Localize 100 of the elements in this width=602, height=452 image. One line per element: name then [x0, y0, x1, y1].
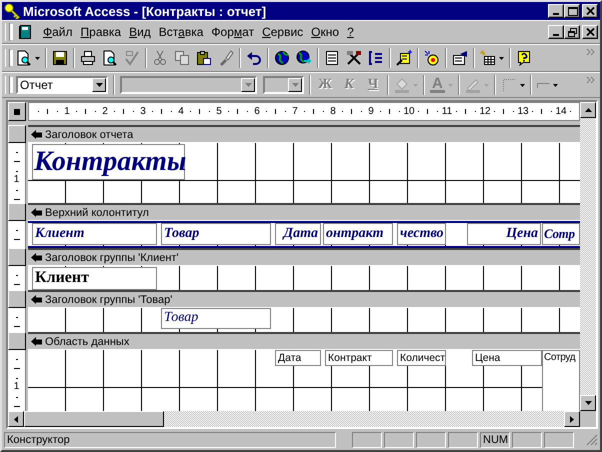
- pointer-icon: [31, 337, 42, 346]
- section-selector-button[interactable]: [8, 248, 26, 266]
- column-label[interactable]: Товар: [161, 223, 271, 245]
- copy-icon: [174, 50, 190, 66]
- horizontal-scrollbar[interactable]: [8, 411, 580, 427]
- menu-item[interactable]: Правка: [76, 25, 126, 39]
- restore-button[interactable]: [564, 25, 580, 39]
- section-selector-button[interactable]: [8, 290, 26, 308]
- undo-icon: [246, 50, 262, 66]
- check-mark-icon: [124, 50, 140, 66]
- caret-icon: [552, 84, 558, 86]
- report-title[interactable]: Контракты: [32, 144, 185, 180]
- text-field[interactable]: Количест: [397, 350, 446, 366]
- menu-item[interactable]: Сервис: [258, 25, 308, 39]
- page-magnifier-icon: [102, 50, 118, 66]
- menu-item[interactable]: Вставка: [154, 25, 208, 39]
- window-title: Microsoft Access - [Контракты : отчет]: [23, 4, 268, 18]
- up-arrow-icon: [584, 108, 592, 112]
- menu-item[interactable]: Вид: [125, 25, 155, 39]
- section-bar[interactable]: Верхний колонтитул: [28, 203, 580, 221]
- text-field[interactable]: Сотруд: [542, 350, 580, 411]
- status-panel: [416, 432, 446, 448]
- section-bar[interactable]: Область данных: [28, 332, 580, 350]
- toolbar-grip[interactable]: [5, 76, 10, 94]
- column-label[interactable]: чество: [397, 223, 446, 245]
- section-selector-button[interactable]: [8, 332, 26, 350]
- column-label[interactable]: Цена: [467, 223, 541, 245]
- menu-item[interactable]: Файл: [39, 25, 77, 39]
- column-label[interactable]: Дата: [275, 223, 321, 245]
- scroll-left-button[interactable]: [8, 411, 24, 427]
- right-arrow-icon: [570, 416, 574, 422]
- globe-icon: [274, 50, 290, 66]
- menu-item[interactable]: ?: [343, 25, 358, 39]
- maximize-button[interactable]: [564, 4, 580, 18]
- text-field[interactable]: Контракт: [325, 350, 393, 366]
- group-field[interactable]: Клиент: [32, 267, 157, 290]
- minimize-button[interactable]: [548, 4, 564, 18]
- toolbar-grip[interactable]: [5, 49, 10, 67]
- section-title: Заголовок группы 'Клиент': [45, 252, 179, 264]
- scroll-right-button[interactable]: [564, 411, 580, 427]
- section-selector-button[interactable]: [8, 125, 26, 143]
- pen-icon: [464, 77, 481, 93]
- status-text: Конструктор: [4, 432, 336, 448]
- minimize-button[interactable]: [548, 25, 564, 39]
- book-icon[interactable]: [17, 24, 33, 40]
- sparkle-page-icon: [396, 50, 412, 66]
- pointer-icon: [31, 295, 42, 304]
- resize-grip-icon: [586, 434, 598, 446]
- status-panel: [352, 432, 382, 448]
- line-icon: [536, 82, 550, 88]
- column-label[interactable]: Клиент: [32, 223, 157, 245]
- status-panel: [384, 432, 414, 448]
- menu-item[interactable]: Окно: [307, 25, 344, 39]
- close-button[interactable]: [582, 4, 598, 18]
- close-icon: [584, 6, 596, 16]
- toolbar-grip[interactable]: [5, 23, 10, 41]
- key-icon: [4, 3, 20, 19]
- caret-icon: [96, 83, 102, 87]
- scroll-down-button[interactable]: [580, 395, 596, 411]
- status-panel: [448, 432, 478, 448]
- text-field[interactable]: Дата: [275, 350, 321, 366]
- text-field[interactable]: Цена: [472, 350, 542, 366]
- section-title: Заголовок группы 'Товар': [45, 294, 172, 306]
- close-button[interactable]: [582, 25, 598, 39]
- caret-icon: [35, 56, 40, 60]
- menu-item[interactable]: Формат: [207, 25, 258, 39]
- status-panel: [512, 432, 542, 448]
- section-title: Область данных: [45, 336, 130, 348]
- table-sparkle-icon: [480, 50, 496, 66]
- hammer-icon: [346, 50, 362, 66]
- help-icon: [516, 50, 532, 66]
- status-indicator: NUM: [480, 432, 510, 448]
- section-bar[interactable]: Заголовок группы 'Клиент': [28, 248, 580, 266]
- section-bar[interactable]: Заголовок отчета: [28, 125, 580, 143]
- border-icon: [500, 77, 517, 93]
- minimize-icon: [553, 13, 559, 15]
- list-window-icon: [324, 50, 340, 66]
- section-selector-button[interactable]: [8, 203, 26, 221]
- brush-icon: [218, 50, 234, 66]
- brace-list-icon: [368, 50, 384, 66]
- clipboard-icon: [196, 50, 212, 66]
- minimize-icon: [553, 34, 559, 36]
- section-bar[interactable]: Заголовок группы 'Товар': [28, 290, 580, 308]
- status-panel: [544, 432, 574, 448]
- left-arrow-icon: [14, 416, 18, 422]
- group-field[interactable]: Товар: [161, 308, 271, 329]
- caret-icon: [499, 56, 504, 60]
- scroll-up-button[interactable]: [580, 102, 596, 118]
- pointer-icon: [31, 130, 42, 139]
- printer-icon: [80, 50, 96, 66]
- report-selector-button[interactable]: [8, 102, 26, 121]
- column-label[interactable]: Сотр: [542, 223, 580, 245]
- disc-sparkle-icon: [424, 50, 440, 66]
- vertical-scrollbar[interactable]: [580, 102, 596, 411]
- column-label[interactable]: онтракт: [323, 223, 393, 245]
- page-arrow-icon: [452, 50, 468, 66]
- caret-icon: [244, 83, 252, 87]
- vertical-ruler: 1: [8, 350, 26, 411]
- scissors-icon: [152, 50, 168, 66]
- combo-box[interactable]: Отчет: [16, 76, 108, 94]
